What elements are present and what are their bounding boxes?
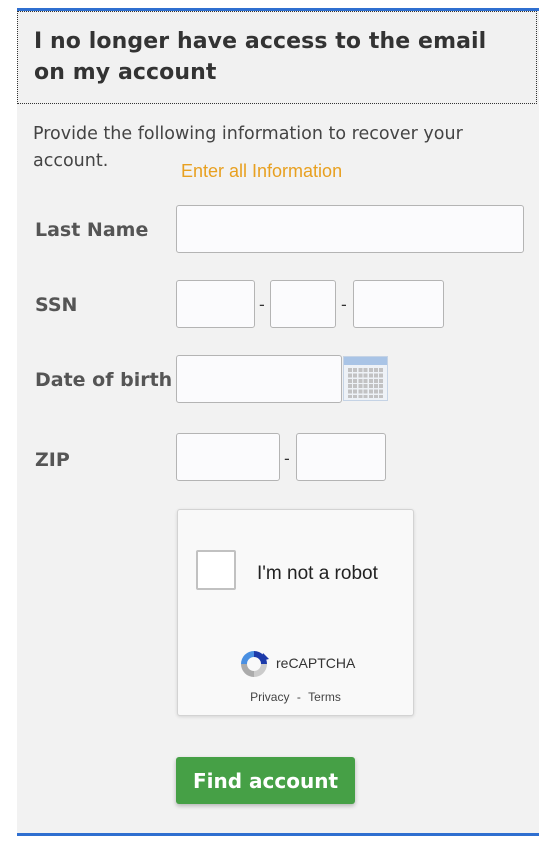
calendar-header xyxy=(344,357,387,365)
ssn-part-3-input[interactable] xyxy=(353,280,444,328)
recaptcha-privacy-link[interactable]: Privacy xyxy=(250,690,289,704)
section-header: I no longer have access to the email on … xyxy=(17,11,537,104)
ssn-part-1-input[interactable] xyxy=(176,280,255,328)
last-name-input[interactable] xyxy=(176,205,524,253)
ssn-part-2-input[interactable] xyxy=(270,280,336,328)
recaptcha-brand: reCAPTCHA xyxy=(276,655,356,671)
zip-part-1-input[interactable] xyxy=(176,433,280,481)
ssn-separator: - xyxy=(341,295,347,314)
recaptcha-checkbox-label: I'm not a robot xyxy=(257,563,378,584)
ssn-label: SSN xyxy=(35,294,78,316)
ssn-separator: - xyxy=(259,295,265,314)
recaptcha-checkbox[interactable] xyxy=(196,550,236,590)
last-name-label: Last Name xyxy=(35,219,149,241)
recaptcha-terms-link[interactable]: Terms xyxy=(308,690,341,704)
bottom-accent-rule xyxy=(17,833,539,836)
zip-separator: - xyxy=(284,449,290,468)
zip-label: ZIP xyxy=(35,449,70,471)
recaptcha-widget: I'm not a robot reCAPTCHA Privacy - Term… xyxy=(177,509,414,716)
dob-label: Date of birth xyxy=(35,369,173,391)
find-account-button[interactable]: Find account xyxy=(176,757,355,804)
recaptcha-logo-icon xyxy=(241,651,269,677)
page-title: I no longer have access to the email on … xyxy=(34,29,487,85)
recaptcha-links-separator: - xyxy=(296,690,301,704)
dob-input[interactable] xyxy=(176,355,342,403)
validation-message: Enter all Information xyxy=(181,161,343,181)
zip-part-2-input[interactable] xyxy=(296,433,386,481)
recaptcha-links: Privacy - Terms xyxy=(178,690,413,704)
calendar-icon[interactable] xyxy=(343,356,388,401)
calendar-grid-rows xyxy=(348,368,384,398)
